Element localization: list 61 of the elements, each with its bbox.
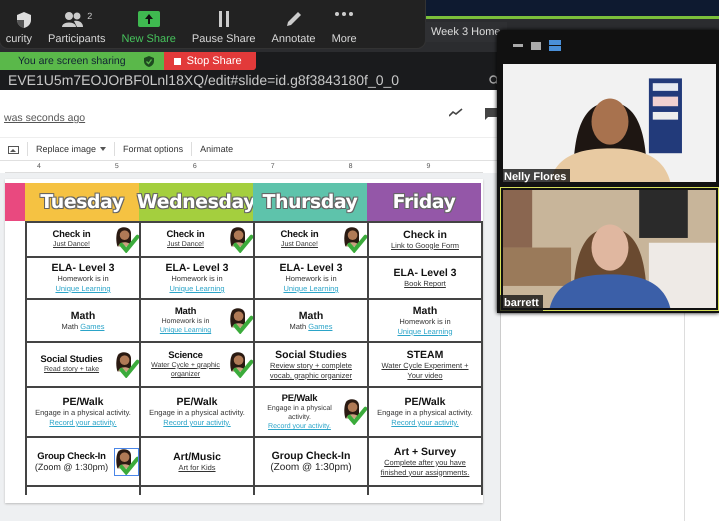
pause-icon	[216, 11, 231, 27]
activity-title: Social Studies	[275, 348, 347, 361]
toolbar-button[interactable]: New Share	[114, 0, 183, 48]
activity-title: Check in	[280, 229, 318, 240]
activity-title: Social Studies	[40, 354, 103, 366]
day-header: Wednesday	[139, 183, 253, 221]
activity-title: ELA- Level 3	[51, 262, 115, 274]
address-text[interactable]: EVE1U5m7EOJOrBF0Lnl18XQ/edit#slide=id.g8f3843180f_0_0	[8, 72, 400, 88]
more-icon	[334, 11, 354, 17]
shield-check-icon	[144, 56, 154, 66]
shield-icon	[16, 11, 32, 29]
activity-title: Math	[298, 310, 324, 322]
activity-title: Math	[70, 310, 96, 322]
participant-name: Nelly Flores	[500, 169, 570, 185]
image-icon[interactable]	[8, 144, 19, 154]
pencil-icon	[286, 11, 302, 27]
sharing-status: You are screen sharing	[18, 55, 126, 67]
comment-icon[interactable]	[485, 108, 498, 120]
activity-title: PE/Walk	[176, 396, 218, 408]
activity-title: ELA- Level 3	[279, 262, 343, 274]
toolbar-button[interactable]: curity	[0, 0, 39, 48]
activity-title: Group Check-In	[37, 451, 106, 462]
day-header: Friday	[367, 183, 481, 221]
activity-title: PE/Walk	[282, 392, 318, 404]
participant-name: barrett	[500, 295, 543, 311]
activity-title: Check in	[166, 229, 204, 240]
caret-icon	[100, 147, 106, 151]
activity-time: (Zoom @ 1:30pm)	[34, 462, 108, 472]
activity-title: ELA- Level 3	[393, 267, 457, 280]
activity-title: Math	[174, 306, 196, 317]
trend-icon[interactable]	[449, 108, 463, 117]
activity-title: STEAM	[406, 348, 444, 361]
layout-icon[interactable]	[549, 40, 561, 51]
day-header: Thursday	[253, 183, 367, 221]
stop-share-button[interactable]: Stop Share	[164, 52, 256, 70]
last-edit-link[interactable]: was seconds ago	[4, 112, 86, 124]
toolbar-button[interactable]: Replace image	[36, 144, 106, 154]
participant-count: 2	[87, 11, 92, 21]
share-icon	[138, 11, 160, 27]
toolbar-button[interactable]: More	[324, 0, 364, 48]
browser-tab[interactable]: Week 3 Home	[425, 22, 506, 42]
activity-title: ELA- Level 3	[165, 262, 229, 274]
people-icon	[61, 11, 86, 27]
activity-title: Math	[412, 304, 438, 317]
toolbar-button[interactable]: Format options	[123, 144, 184, 154]
day-header: Tuesday	[25, 183, 139, 221]
activity-title: Check in	[403, 228, 447, 241]
square-icon[interactable]	[531, 42, 541, 50]
activity-title: Group Check-In	[272, 450, 350, 462]
toolbar-button[interactable]: Animate	[200, 144, 234, 154]
stop-icon	[174, 58, 181, 64]
activity-title: PE/Walk	[62, 396, 104, 408]
toolbar-button[interactable]: Annotate	[264, 0, 323, 48]
activity-title: Check in	[52, 229, 90, 240]
activity-time: (Zoom @ 1:30pm)	[270, 462, 352, 473]
activity-title: PE/Walk	[404, 396, 446, 408]
toolbar-button[interactable]: Pause Share	[184, 0, 263, 48]
toolbar-button[interactable]: 2 Participants	[41, 0, 112, 48]
activity-title: Science	[168, 350, 203, 361]
activity-title: Art/Music	[173, 450, 221, 463]
activity-title: Art + Survey	[394, 446, 456, 458]
